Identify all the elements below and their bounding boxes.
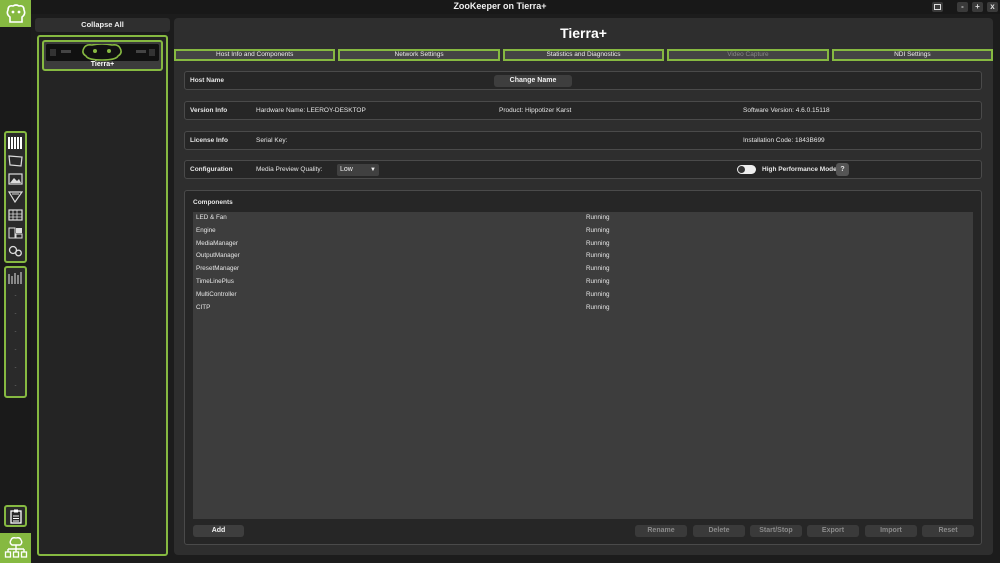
list-item[interactable]: MultiController Running bbox=[193, 289, 973, 302]
tab-statistics[interactable]: Statistics and Diagnostics bbox=[502, 49, 665, 61]
media-preview-quality-label: Media Preview Quality: bbox=[256, 166, 323, 173]
component-name: PresetManager bbox=[196, 265, 240, 273]
layout-icon[interactable] bbox=[6, 224, 25, 241]
configuration-label: Configuration bbox=[190, 166, 233, 173]
rail-slot[interactable]: - bbox=[6, 377, 25, 394]
media-preview-quality-select[interactable]: Low ▼ bbox=[337, 164, 379, 176]
help-button[interactable]: ? bbox=[836, 163, 849, 176]
component-status: Running bbox=[586, 252, 610, 260]
host-name-label: Host Name bbox=[190, 77, 224, 84]
device-card[interactable]: Tierra+ bbox=[42, 40, 163, 71]
component-status: Running bbox=[586, 265, 610, 273]
network-logo-icon[interactable] bbox=[0, 533, 31, 563]
list-item[interactable]: PresetManager Running bbox=[193, 263, 973, 276]
component-name: TimeLinePlus bbox=[196, 277, 234, 285]
bars-icon[interactable] bbox=[6, 134, 25, 151]
components-panel: Components LED & Fan Running Engine Runnin… bbox=[184, 190, 982, 545]
tab-video-capture[interactable]: Video Capture bbox=[667, 49, 829, 61]
import-button[interactable]: Import bbox=[865, 525, 917, 537]
license-info-row: License Info Serial Key: Installation Co… bbox=[184, 131, 982, 150]
gears-icon[interactable] bbox=[6, 242, 25, 259]
chevron-down-icon: ▼ bbox=[370, 167, 376, 173]
component-status: Running bbox=[586, 303, 610, 311]
rail-slot[interactable]: - bbox=[6, 323, 25, 340]
component-name: Engine bbox=[196, 226, 216, 234]
reset-button[interactable]: Reset bbox=[922, 525, 974, 537]
rail-slots-group: - - - - - - bbox=[4, 266, 27, 398]
maximize-button[interactable]: + bbox=[972, 2, 983, 12]
list-item[interactable]: TimeLinePlus Running bbox=[193, 276, 973, 289]
left-rail: - - - - - - bbox=[0, 0, 31, 563]
software-version: Software Version: 4.6.0.15118 bbox=[743, 107, 830, 114]
installation-code: Installation Code: 1843B699 bbox=[743, 137, 825, 144]
change-name-button[interactable]: Change Name bbox=[494, 75, 572, 87]
main-panel: Tierra+ Host Info and Components Network… bbox=[174, 18, 994, 555]
list-item[interactable]: CITP Running bbox=[193, 302, 973, 315]
rename-button[interactable]: Rename bbox=[635, 525, 687, 537]
delete-button[interactable]: Delete bbox=[693, 525, 745, 537]
list-item[interactable]: MediaManager Running bbox=[193, 238, 973, 251]
component-status: Running bbox=[586, 226, 610, 234]
collapse-all-button[interactable]: Collapse All bbox=[35, 18, 170, 32]
components-title: Components bbox=[193, 199, 233, 206]
start-stop-button[interactable]: Start/Stop bbox=[750, 525, 802, 537]
component-status: Running bbox=[586, 214, 610, 221]
rail-slot[interactable]: - bbox=[6, 305, 25, 322]
tab-host-info[interactable]: Host Info and Components bbox=[174, 49, 336, 61]
list-item[interactable]: OutputManager Running bbox=[193, 250, 973, 263]
close-button[interactable]: x bbox=[987, 2, 998, 12]
component-name: MediaManager bbox=[196, 239, 239, 247]
component-status: Running bbox=[586, 290, 610, 298]
host-name-row: Host Name Change Name bbox=[184, 71, 982, 90]
grid-icon[interactable] bbox=[6, 206, 25, 223]
tab-bar: Host Info and Components Network Setting… bbox=[174, 49, 994, 61]
component-name: CITP bbox=[196, 303, 211, 311]
screen-icon[interactable] bbox=[6, 152, 25, 169]
device-list: Tierra+ bbox=[37, 35, 168, 556]
configuration-row: Configuration Media Preview Quality: Low… bbox=[184, 160, 982, 179]
media-icon[interactable] bbox=[6, 170, 25, 187]
components-list[interactable]: LED & Fan Running Engine Running MediaMana… bbox=[193, 212, 973, 519]
serial-key: Serial Key: bbox=[256, 137, 288, 144]
rail-slot[interactable]: - bbox=[6, 341, 25, 358]
version-info-row: Version Info Hardware Name: LEEROY-DESKT… bbox=[184, 101, 982, 120]
component-name: OutputManager bbox=[196, 252, 240, 260]
device-panel: Collapse All Tierra+ bbox=[35, 18, 170, 559]
license-info-label: License Info bbox=[190, 137, 228, 144]
rail-tools-group bbox=[4, 131, 27, 263]
product-name: Product: Hippotizer Karst bbox=[499, 107, 572, 114]
add-button[interactable]: Add bbox=[193, 525, 244, 537]
list-item[interactable]: LED & Fan Running bbox=[193, 212, 973, 225]
zookeeper-logo-icon[interactable] bbox=[0, 0, 31, 27]
screen-icon[interactable] bbox=[932, 2, 943, 12]
component-status: Running bbox=[586, 239, 610, 247]
component-status: Running bbox=[586, 277, 610, 285]
component-name: LED & Fan bbox=[196, 214, 227, 221]
tab-network-settings[interactable]: Network Settings bbox=[338, 49, 500, 61]
rail-slot[interactable]: - bbox=[6, 287, 25, 304]
export-button[interactable]: Export bbox=[807, 525, 859, 537]
version-info-label: Version Info bbox=[190, 107, 228, 114]
high-performance-toggle[interactable] bbox=[737, 165, 756, 174]
device-name: Tierra+ bbox=[90, 61, 115, 68]
rail-slot[interactable]: - bbox=[6, 359, 25, 376]
select-value: Low bbox=[340, 166, 353, 173]
title-bar: ZooKeeper on Tierra+ - + x bbox=[0, 0, 1000, 14]
tab-ndi-settings[interactable]: NDI Settings bbox=[831, 49, 994, 61]
projector-icon[interactable] bbox=[6, 188, 25, 205]
minimize-button[interactable]: - bbox=[957, 2, 968, 12]
component-name: MultiController bbox=[196, 290, 237, 298]
toggle-knob bbox=[738, 166, 745, 173]
hardware-name: Hardware Name: LEEROY-DESKTOP bbox=[256, 107, 366, 114]
high-performance-label: High Performance Mode bbox=[762, 166, 837, 173]
window-title: ZooKeeper on Tierra+ bbox=[453, 1, 547, 11]
server-image bbox=[46, 44, 159, 61]
page-title: Tierra+ bbox=[560, 25, 607, 41]
clipboard-icon[interactable] bbox=[4, 505, 27, 527]
bars-icon[interactable] bbox=[6, 269, 25, 286]
list-item[interactable]: Engine Running bbox=[193, 225, 973, 238]
